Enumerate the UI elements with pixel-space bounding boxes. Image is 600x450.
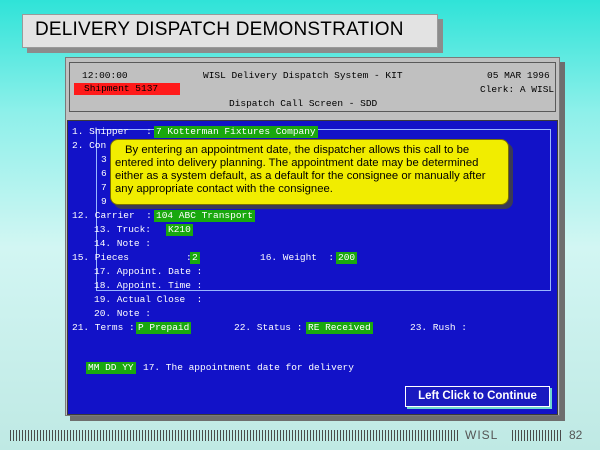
footer-brand: WISL xyxy=(465,428,499,442)
footer-bar xyxy=(10,430,460,441)
header-date: 05 MAR 1996 xyxy=(487,70,550,81)
terms-label: 21. Terms : xyxy=(72,322,135,333)
consignee-label: 2. Con xyxy=(72,140,107,151)
row7-label: 7 xyxy=(101,182,107,193)
shipment-badge: Shipment 5137 xyxy=(74,83,180,95)
callout-text: By entering an appointment date, the dis… xyxy=(115,144,486,195)
truck-field[interactable]: K210 xyxy=(166,224,193,236)
row6-label: 6 xyxy=(101,168,107,179)
actual-close-label: 19. Actual Close : xyxy=(94,294,203,305)
slide-title: DELIVERY DISPATCH DEMONSTRATION xyxy=(22,14,438,48)
status-label: 22. Status : xyxy=(234,322,303,333)
date-input-field[interactable]: MM DD YY xyxy=(86,362,136,374)
rush-label: 23. Rush : xyxy=(410,322,468,333)
row9-label: 9 xyxy=(101,196,107,207)
footer-bar-right xyxy=(512,430,562,441)
explanation-callout: By entering an appointment date, the dis… xyxy=(110,139,509,205)
field-prompt: 17. The appointment date for delivery xyxy=(143,362,354,373)
continue-button[interactable]: Left Click to Continue xyxy=(405,386,550,407)
shipper-label: 1. Shipper : xyxy=(72,126,152,137)
truck-label: 13. Truck: xyxy=(94,224,152,235)
page-number: 82 xyxy=(569,428,583,442)
pieces-label: 15. Pieces : xyxy=(72,252,192,263)
row3-label: 3 xyxy=(101,154,107,165)
header-clerk: Clerk: A WISL xyxy=(480,84,555,95)
terminal-window: 12:00:00 WISL Delivery Dispatch System -… xyxy=(65,57,560,416)
terms-field[interactable]: P Prepaid xyxy=(136,322,192,334)
shipper-field[interactable]: 7 Kotterman Fixtures Company xyxy=(154,126,318,138)
appoint-date-label: 17. Appoint. Date : xyxy=(94,266,203,277)
pieces-field[interactable]: 2 xyxy=(190,252,200,264)
appoint-time-label: 18. Appoint. Time : xyxy=(94,280,203,291)
note14-label: 14. Note : xyxy=(94,238,152,249)
header-time: 12:00:00 xyxy=(82,70,128,81)
header-system-name: WISL Delivery Dispatch System - KIT xyxy=(203,70,403,81)
weight-label: 16. Weight : xyxy=(260,252,335,263)
carrier-label: 12. Carrier : xyxy=(72,210,152,221)
note20-label: 20. Note : xyxy=(94,308,152,319)
header-screen-name: Dispatch Call Screen - SDD xyxy=(229,98,378,109)
terminal-header: 12:00:00 WISL Delivery Dispatch System -… xyxy=(69,62,556,112)
status-field[interactable]: RE Received xyxy=(306,322,373,334)
carrier-field[interactable]: 104 ABC Transport xyxy=(154,210,255,222)
weight-field[interactable]: 200 xyxy=(336,252,358,264)
